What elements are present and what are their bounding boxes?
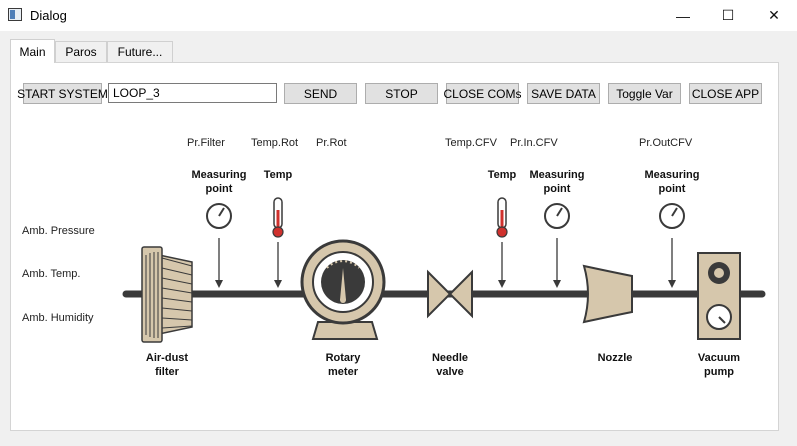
vacuum-pump-icon [697, 252, 741, 340]
thermometer-icon-2 [496, 197, 508, 288]
pressure-gauge-icon-2 [544, 203, 570, 288]
nozzle-label: Nozzle [597, 352, 633, 364]
temp-1-label: Temp [263, 169, 293, 181]
nozzle-icon [582, 264, 633, 324]
pr-rot-label: Pr.Rot [316, 137, 347, 149]
measuring-point-1-label: Measuring point [191, 169, 247, 195]
pressure-gauge-icon-3 [659, 203, 685, 288]
thermometer-icon-1 [272, 197, 284, 288]
tab-main[interactable]: Main [10, 39, 55, 63]
pr-out-cfv-label: Pr.OutCFV [639, 137, 693, 149]
air-dust-filter-label: Air-dust filter [145, 352, 189, 378]
measuring-point-3-label: Measuring point [644, 169, 700, 195]
pr-filter-label: Pr.Filter [187, 137, 225, 149]
vacuum-pump-label: Vacuum pump [697, 352, 741, 378]
air-dust-filter-icon [141, 246, 193, 343]
amb-temp-label: Amb. Temp. [22, 268, 81, 280]
pr-in-cfv-label: Pr.In.CFV [510, 137, 558, 149]
temp-2-label: Temp [487, 169, 517, 181]
temp-cfv-label: Temp.CFV [445, 137, 497, 149]
process-diagram [122, 197, 766, 343]
rotary-meter-label: Rotary meter [325, 352, 361, 378]
rotary-meter-icon [300, 239, 386, 340]
measuring-point-2-label: Measuring point [529, 169, 585, 195]
pressure-gauge-icon-1 [206, 203, 232, 288]
amb-humidity-label: Amb. Humidity [22, 312, 94, 324]
needle-valve-icon [427, 269, 473, 319]
amb-pressure-label: Amb. Pressure [22, 225, 95, 237]
temp-rot-label: Temp.Rot [251, 137, 299, 149]
needle-valve-label: Needle valve [431, 352, 469, 378]
